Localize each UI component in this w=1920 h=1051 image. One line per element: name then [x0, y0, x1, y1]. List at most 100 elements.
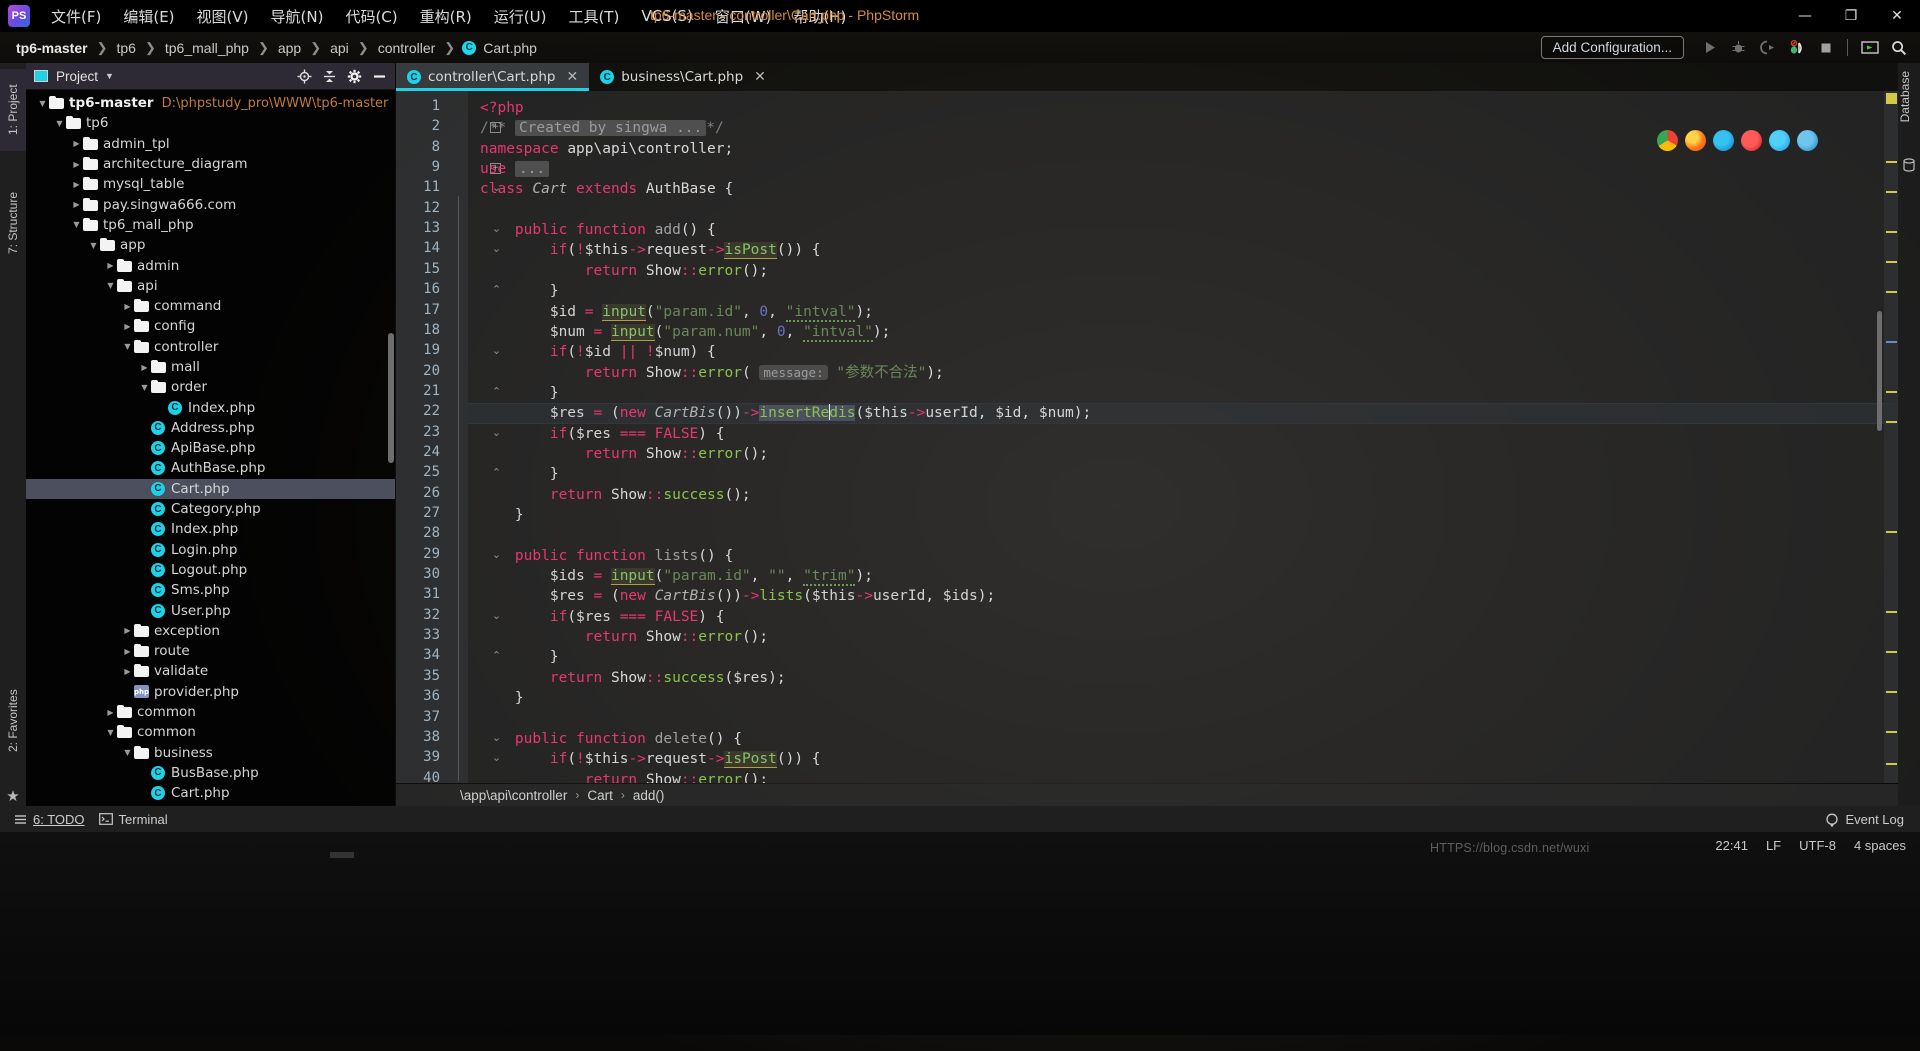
menu-tools[interactable]: 工具(T) [557, 2, 630, 31]
attach-debugger-icon[interactable] [1783, 34, 1810, 61]
inspection-status-icon[interactable] [1886, 93, 1897, 104]
code-line-15[interactable]: return Show::error(); [480, 261, 768, 281]
opera-icon[interactable] [1741, 130, 1762, 151]
show-tool-window-icon[interactable] [1856, 34, 1883, 61]
tree-row-index-php[interactable]: C Index.php [26, 519, 395, 539]
code-line-34[interactable]: } [480, 647, 559, 667]
tree-expand-arrow-down-icon[interactable]: ▼ [36, 99, 49, 108]
tree-row-validate[interactable]: ▶ validate [26, 661, 395, 681]
menu-view[interactable]: 视图(V) [186, 2, 260, 31]
tree-expand-arrow-down-icon[interactable]: ▼ [121, 342, 134, 351]
sidebar-item-project[interactable]: 1: Project [0, 69, 26, 151]
error-stripe-marker[interactable] [1886, 341, 1897, 343]
tree-row-index-php[interactable]: C Index.php [26, 397, 395, 417]
error-stripe-marker[interactable] [1886, 391, 1897, 393]
tree-row-exception[interactable]: ▶ exception [26, 621, 395, 641]
error-stripe-marker-lane[interactable] [1884, 91, 1898, 783]
error-stripe-marker[interactable] [1886, 191, 1897, 193]
tree-expand-arrow-down-icon[interactable]: ▼ [87, 241, 100, 250]
tree-row-mysql-table[interactable]: ▶ mysql_table [26, 174, 395, 194]
tree-row-common[interactable]: ▶ common [26, 702, 395, 722]
code-line-21[interactable]: } [480, 383, 559, 403]
tree-row-mall[interactable]: ▶ mall [26, 357, 395, 377]
tree-row-sms-php[interactable]: C Sms.php [26, 580, 395, 600]
toolwindow-terminal[interactable]: Terminal [98, 812, 168, 827]
code-line-18[interactable]: $num = input("param.num", 0, "intval"); [480, 322, 890, 342]
code-line-36[interactable]: } [480, 688, 524, 708]
tree-expand-arrow-down-icon[interactable]: ▼ [104, 728, 117, 737]
breadcrumb-item-app[interactable]: app [276, 40, 303, 56]
tree-expand-arrow-down-icon[interactable]: ▼ [121, 748, 134, 757]
tree-row-user-php[interactable]: C User.php [26, 600, 395, 620]
tree-expand-arrow-right-icon[interactable]: ▶ [121, 647, 134, 656]
tree-row-admin-tpl[interactable]: ▶ admin_tpl [26, 134, 395, 154]
code-line-22[interactable]: $res = (new CartBis())->insertRedis($thi… [480, 403, 1091, 423]
breadcrumb-item-project[interactable]: tp6-master [14, 40, 90, 56]
error-stripe-marker[interactable] [1886, 651, 1897, 653]
locate-in-tree-icon[interactable] [296, 68, 312, 84]
tree-expand-arrow-right-icon[interactable]: ▶ [70, 160, 83, 169]
tree-expand-arrow-down-icon[interactable]: ▼ [104, 281, 117, 290]
editor-scrollbar[interactable] [1877, 311, 1882, 431]
error-stripe-marker[interactable] [1886, 763, 1897, 765]
minimize-button[interactable]: — [1782, 0, 1828, 32]
breadcrumb-item-tp6-mall-php[interactable]: tp6_mall_php [163, 40, 251, 56]
code-line-19[interactable]: if(!$id || !$num) { [480, 342, 716, 362]
tree-row-authbase-php[interactable]: C AuthBase.php [26, 458, 395, 478]
breadcrumb-item-tp6[interactable]: tp6 [115, 40, 138, 56]
code-line-13[interactable]: public function add() { [480, 220, 716, 240]
stop-icon[interactable] [1812, 34, 1839, 61]
tree-row-controller[interactable]: ▼ controller [26, 337, 395, 357]
tree-row-cart-php[interactable]: C Cart.php [26, 783, 395, 803]
code-line-20[interactable]: return Show::error( message: "参数不合法"); [480, 363, 944, 383]
tree-expand-arrow-right-icon[interactable]: ▶ [104, 708, 117, 717]
sidebar-item-favorites[interactable]: 2: Favorites [0, 671, 26, 771]
error-stripe-marker[interactable] [1886, 231, 1897, 233]
ie-icon[interactable] [1797, 130, 1818, 151]
tree-row-route[interactable]: ▶ route [26, 641, 395, 661]
safari-icon[interactable] [1769, 130, 1790, 151]
menu-navigate[interactable]: 导航(N) [260, 2, 335, 31]
close-tab-icon[interactable]: ✕ [754, 69, 766, 85]
tree-expand-arrow-right-icon[interactable]: ▶ [121, 322, 134, 331]
debug-icon[interactable] [1725, 34, 1752, 61]
favorites-star-icon[interactable]: ★ [5, 789, 21, 805]
tree-row-tp6[interactable]: ▼ tp6 [26, 113, 395, 133]
code-line-26[interactable]: return Show::success(); [480, 485, 751, 505]
error-stripe-marker[interactable] [1886, 731, 1897, 733]
tree-row-api[interactable]: ▼ api [26, 276, 395, 296]
menu-code[interactable]: 代码(C) [334, 2, 408, 31]
search-everywhere-icon[interactable] [1885, 34, 1912, 61]
code-line-24[interactable]: return Show::error(); [480, 444, 768, 464]
tree-row-category-php[interactable]: C Category.php [26, 499, 395, 519]
code-line-14[interactable]: if(!$this->request->isPost()) { [480, 240, 821, 260]
maximize-button[interactable]: ❐ [1828, 0, 1874, 32]
tree-row-config[interactable]: ▶ config [26, 316, 395, 336]
menu-edit[interactable]: 编辑(E) [112, 2, 185, 31]
tree-expand-arrow-down-icon[interactable]: ▼ [138, 383, 151, 392]
code-line-32[interactable]: if($res === FALSE) { [480, 607, 725, 627]
breadcrumb-class[interactable]: Cart [587, 788, 613, 803]
code-line-17[interactable]: $id = input("param.id", 0, "intval"); [480, 302, 873, 322]
breadcrumb-item-controller[interactable]: controller [376, 40, 438, 56]
project-tree-scrollbar[interactable] [388, 333, 394, 463]
tab-business-cart[interactable]: C business\Cart.php ✕ [589, 63, 777, 91]
code-line-25[interactable]: } [480, 464, 559, 484]
tree-row-address-php[interactable]: C Address.php [26, 418, 395, 438]
error-stripe-marker[interactable] [1886, 291, 1897, 293]
tree-row-login-php[interactable]: C Login.php [26, 540, 395, 560]
code-line-2[interactable]: /** Created by singwa ... */ [480, 118, 724, 138]
code-line-16[interactable]: } [480, 281, 559, 301]
event-log-button[interactable]: Event Log [1825, 812, 1904, 827]
code-line-30[interactable]: $ids = input("param.id", "", "trim"); [480, 566, 873, 587]
menu-run[interactable]: 运行(U) [483, 2, 558, 31]
code-line-31[interactable]: $res = (new CartBis())->lists($this->use… [480, 586, 995, 606]
error-stripe-marker[interactable] [1886, 261, 1897, 263]
tree-row-apibase-php[interactable]: C ApiBase.php [26, 438, 395, 458]
run-icon[interactable] [1696, 34, 1723, 61]
sidebar-item-structure[interactable]: 7: Structure [0, 173, 26, 273]
tree-row-app[interactable]: ▼ app [26, 235, 395, 255]
tree-expand-arrow-right-icon[interactable]: ▶ [104, 261, 117, 270]
tree-row-admin[interactable]: ▶ admin [26, 255, 395, 275]
settings-gear-icon[interactable] [346, 68, 362, 84]
